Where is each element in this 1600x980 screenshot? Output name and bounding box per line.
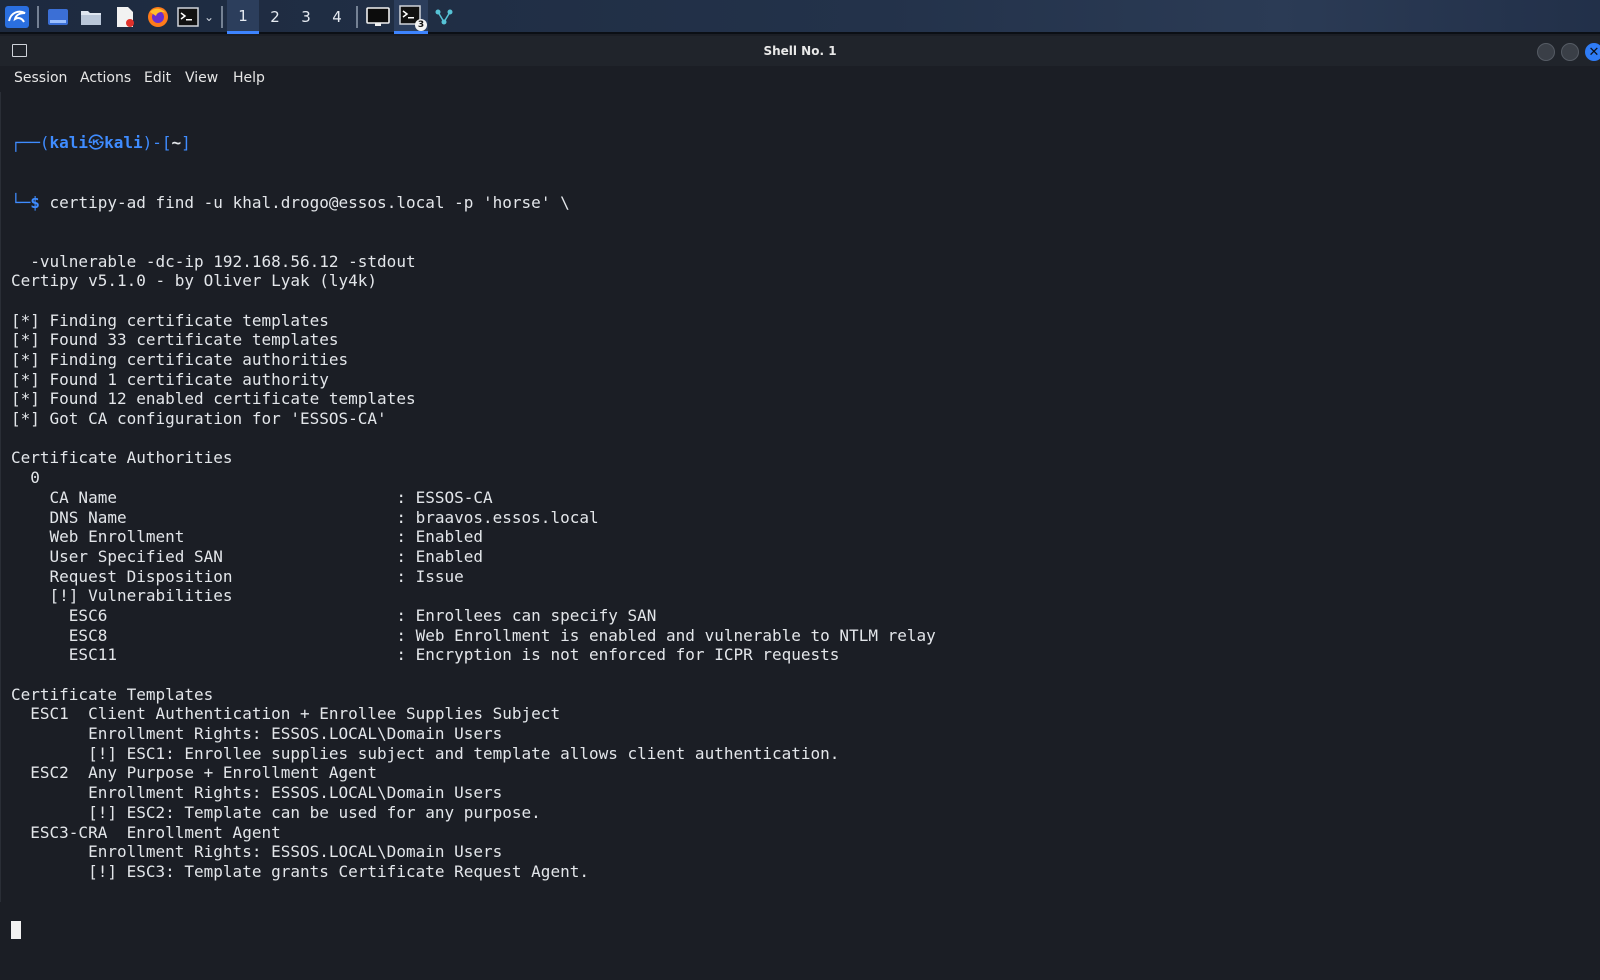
- desktop-icon[interactable]: [46, 5, 70, 29]
- maximize-button[interactable]: [1561, 43, 1579, 61]
- prompt-bracket: ]: [181, 133, 191, 153]
- taskbar-separator: [37, 6, 39, 28]
- menu-bar: Session Actions Edit View Help: [0, 66, 1600, 92]
- output-line: Certificate Authorities: [11, 448, 233, 468]
- prompt-dir: ~: [171, 133, 182, 153]
- output-line: [!] ESC1: Enrollee supplies subject and …: [11, 743, 840, 763]
- output-line: ESC2 Any Purpose + Enrollment Agent: [11, 763, 378, 783]
- prompt-at: ㉿: [88, 133, 105, 153]
- prompt-corner: └─: [11, 192, 31, 212]
- output-line: [*] Got CA configuration for 'ESSOS-CA': [11, 409, 387, 429]
- output-line: ESC11 : Encryption is not enforced for I…: [11, 645, 840, 665]
- output-line: [!] ESC2: Template can be used for any p…: [11, 802, 541, 822]
- command-text: certipy-ad find -u khal.drogo@essos.loca…: [39, 192, 570, 212]
- menu-actions[interactable]: Actions: [80, 70, 131, 86]
- terminal-output: ┌──(kali㉿kali)-[~] └─$ certipy-ad find -…: [11, 94, 936, 980]
- output-line: Web Enrollment : Enabled: [11, 527, 484, 547]
- close-icon: ✕: [1588, 44, 1600, 60]
- cursor-line: [11, 921, 936, 941]
- command-output: -vulnerable -dc-ip 192.168.56.12 -stdout…: [11, 252, 936, 882]
- output-line: ESC3-CRA Enrollment Agent: [11, 822, 281, 842]
- output-line: Enrollment Rights: ESSOS.LOCAL\Domain Us…: [11, 783, 503, 803]
- output-line: [*] Found 33 certificate templates: [11, 330, 339, 350]
- output-line: -vulnerable -dc-ip 192.168.56.12 -stdout: [11, 251, 416, 271]
- taskbar-separator: [356, 6, 358, 28]
- workspace-label: 4: [332, 8, 342, 26]
- output-line: Enrollment Rights: ESSOS.LOCAL\Domain Us…: [11, 724, 503, 744]
- output-line: [*] Finding certificate authorities: [11, 350, 349, 370]
- output-line: CA Name : ESSOS-CA: [11, 487, 493, 507]
- workspace-1[interactable]: 1: [227, 0, 259, 34]
- prompt-dollar: $: [30, 192, 40, 212]
- prompt-user: kali: [49, 133, 89, 153]
- window-count-badge: 3: [415, 18, 427, 31]
- firefox-icon[interactable]: [146, 5, 170, 29]
- kali-dragon-icon[interactable]: [4, 5, 30, 29]
- prompt-line: ┌──(kali㉿kali)-[~]: [11, 133, 936, 153]
- workspace-3[interactable]: 3: [290, 0, 322, 34]
- prompt-host: kali: [104, 133, 143, 153]
- file-manager-icon[interactable]: [79, 5, 103, 29]
- prompt-bracket: )-[: [142, 133, 172, 153]
- menu-edit[interactable]: Edit: [144, 70, 171, 86]
- taskbar: ⌄ 1 2 3 4 3: [0, 0, 1600, 34]
- output-line: Request Disposition : Issue: [11, 566, 464, 586]
- workspace-4[interactable]: 4: [321, 0, 353, 34]
- workspace-label: 2: [270, 8, 280, 26]
- screen-icon[interactable]: [365, 5, 391, 29]
- command-line: └─$ certipy-ad find -u khal.drogo@essos.…: [11, 193, 936, 213]
- output-line: [*] Found 1 certificate authority: [11, 369, 329, 389]
- workspace-2[interactable]: 2: [259, 0, 291, 34]
- minimize-button[interactable]: [1537, 43, 1555, 61]
- output-line: Certipy v5.1.0 - by Oliver Lyak (ly4k): [11, 271, 378, 291]
- output-line: DNS Name : braavos.essos.local: [11, 507, 599, 527]
- workspace-label: 1: [238, 6, 248, 25]
- output-line: User Specified SAN : Enabled: [11, 546, 484, 566]
- menu-help[interactable]: Help: [233, 70, 265, 86]
- output-line: [!] Vulnerabilities: [11, 586, 233, 606]
- terminal-icon[interactable]: [176, 5, 200, 29]
- chevron-down-icon[interactable]: ⌄: [202, 5, 216, 29]
- output-line: [*] Finding certificate templates: [11, 310, 329, 330]
- output-line: Certificate Templates: [11, 684, 214, 704]
- output-line: ESC6 : Enrollees can specify SAN: [11, 605, 657, 625]
- output-line: Enrollment Rights: ESSOS.LOCAL\Domain Us…: [11, 842, 503, 862]
- window-titlebar[interactable]: Shell No. 1 ✕: [0, 36, 1600, 66]
- taskbar-separator: [221, 6, 223, 28]
- workspace-label: 3: [301, 8, 311, 26]
- output-line: 0: [11, 468, 40, 488]
- prompt-bracket: ┌──(: [11, 133, 50, 153]
- terminal-view[interactable]: ┌──(kali㉿kali)-[~] └─$ certipy-ad find -…: [0, 92, 1600, 939]
- output-line: [*] Found 12 enabled certificate templat…: [11, 389, 416, 409]
- output-line: ESC8 : Web Enrollment is enabled and vul…: [11, 625, 936, 645]
- terminal-task-button[interactable]: 3: [394, 0, 428, 34]
- window-title: Shell No. 1: [763, 44, 837, 58]
- text-cursor: [11, 921, 21, 939]
- output-line: [!] ESC3: Template grants Certificate Re…: [11, 861, 589, 881]
- menu-view[interactable]: View: [185, 70, 218, 86]
- network-icon[interactable]: [433, 5, 455, 29]
- output-line: ESC1 Client Authentication + Enrollee Su…: [11, 704, 561, 724]
- close-button[interactable]: ✕: [1585, 43, 1600, 61]
- text-editor-icon[interactable]: [113, 5, 137, 29]
- menu-session[interactable]: Session: [14, 70, 67, 86]
